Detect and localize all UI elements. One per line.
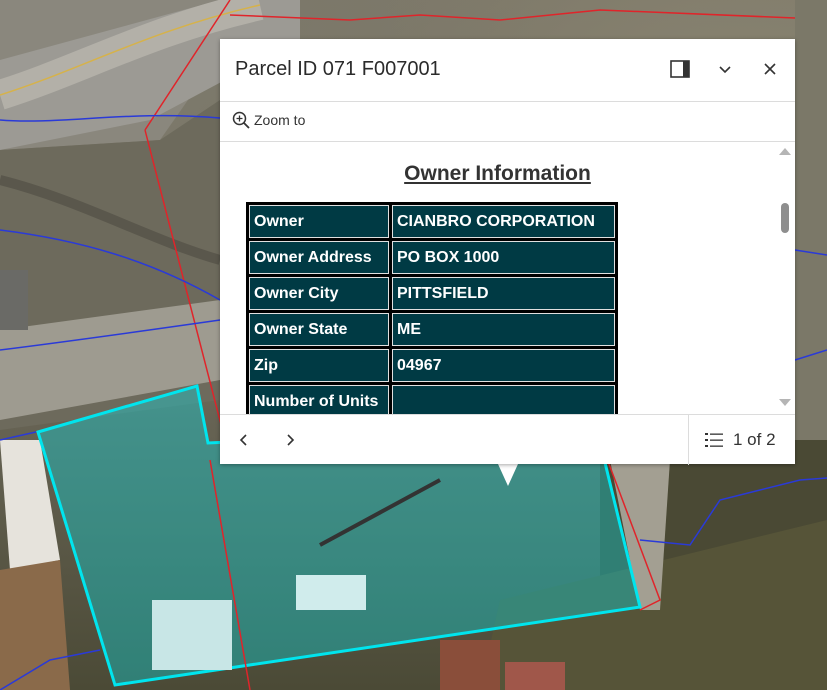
zoom-in-icon [232, 111, 250, 129]
dock-button[interactable] [667, 56, 693, 82]
owner-table: Owner CIANBRO CORPORATION Owner Address … [246, 202, 618, 414]
row-value: 04967 [392, 349, 615, 382]
dock-icon [670, 60, 690, 78]
content-scrollbar[interactable] [775, 142, 795, 414]
row-key: Number of Units [249, 385, 389, 414]
zoom-to-label: Zoom to [254, 112, 306, 128]
close-icon [764, 63, 776, 75]
chevron-down-icon [719, 66, 731, 74]
chevron-right-icon [287, 434, 295, 446]
popup-title: Parcel ID 071 F007001 [235, 58, 441, 80]
feature-list-icon [705, 433, 723, 447]
zoom-to-button[interactable]: Zoom to [232, 111, 305, 129]
row-key: Owner State [249, 313, 389, 346]
scrollbar-graphic [779, 148, 791, 406]
row-value: PO BOX 1000 [392, 241, 615, 274]
table-row: Owner Address PO BOX 1000 [249, 241, 615, 274]
feature-pager-button[interactable]: 1 of 2 [688, 415, 795, 465]
row-value: ME [392, 313, 615, 346]
popup-toolbar: Zoom to [220, 101, 795, 142]
popup-footer: 1 of 2 [220, 414, 795, 465]
table-row: Owner City PITTSFIELD [249, 277, 615, 310]
scroll-down-arrow-icon [779, 399, 791, 406]
table-row: Owner CIANBRO CORPORATION [249, 205, 615, 238]
pager-text: 1 of 2 [733, 430, 776, 449]
table-row: Number of Units [249, 385, 615, 414]
next-feature-button[interactable] [279, 429, 301, 451]
scroll-up-arrow-icon [779, 148, 791, 155]
previous-feature-button[interactable] [233, 429, 255, 451]
row-value: CIANBRO CORPORATION [392, 205, 615, 238]
table-row: Owner State ME [249, 313, 615, 346]
row-key: Owner City [249, 277, 389, 310]
popup-header: Parcel ID 071 F007001 [220, 39, 795, 102]
owner-information-heading: Owner Information [404, 162, 591, 185]
row-key: Owner [249, 205, 389, 238]
scrollbar-thumb [781, 203, 789, 233]
row-key: Zip [249, 349, 389, 382]
popup-pointer [498, 464, 518, 486]
chevron-left-icon [239, 434, 247, 446]
row-value [392, 385, 615, 414]
table-row: Zip 04967 [249, 349, 615, 382]
feature-popup: Parcel ID 071 F007001 Zoom to Owner Info… [220, 39, 795, 465]
close-button[interactable] [757, 56, 783, 82]
popup-content[interactable]: Owner Information Owner CIANBRO CORPORAT… [220, 142, 795, 414]
row-key: Owner Address [249, 241, 389, 274]
row-value: PITTSFIELD [392, 277, 615, 310]
collapse-button[interactable] [712, 56, 738, 82]
